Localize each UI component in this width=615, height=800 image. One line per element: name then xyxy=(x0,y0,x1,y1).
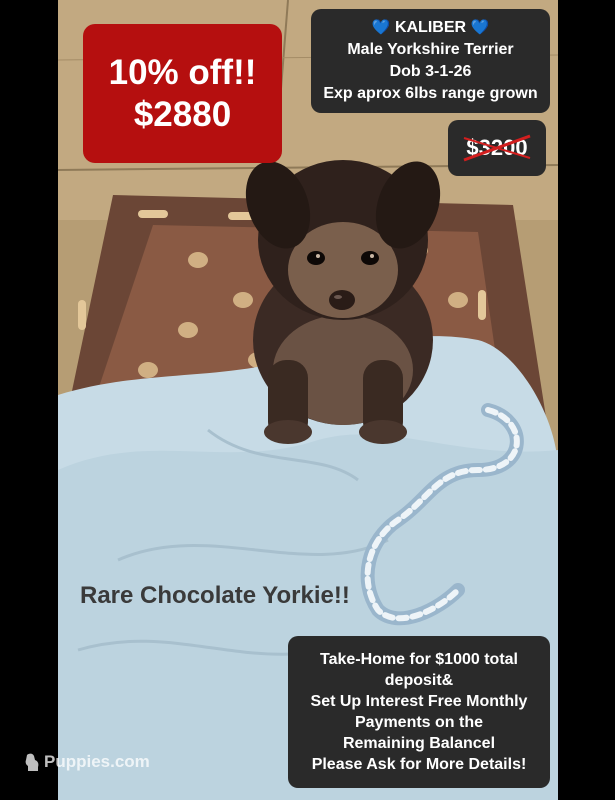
dog-logo-icon xyxy=(25,753,39,771)
discount-label: 10% off!! xyxy=(108,52,257,92)
puppy-info-box: 💙 KALIBER 💙 Male Yorkshire Terrier Dob 3… xyxy=(311,9,550,113)
details-line-1: Take-Home for $1000 total xyxy=(320,651,518,668)
strikethrough-mark xyxy=(463,134,531,162)
blue-heart-icon: 💙 xyxy=(371,19,391,36)
details-line-3: Set Up Interest Free Monthly xyxy=(310,693,528,710)
puppy-expected-size: Exp aprox 6lbs range grown xyxy=(323,85,538,102)
puppy-name: KALIBER xyxy=(394,19,467,36)
details-line-4: Payments on the xyxy=(354,714,484,731)
details-line-2: deposit& xyxy=(384,672,454,689)
watermark-text: Puppies.com xyxy=(44,752,150,771)
listing-image-frame: 10% off!! $2880 💙 KALIBER 💙 Male Yorkshi… xyxy=(0,0,615,800)
puppy-name-line: 💙 KALIBER 💙 xyxy=(311,17,550,39)
sale-price: $2880 xyxy=(133,94,232,134)
details-line-6: Please Ask for More Details! xyxy=(311,756,527,773)
blue-heart-icon: 💙 xyxy=(470,19,490,36)
payment-details-box: Take-Home for $1000 total deposit& Set U… xyxy=(288,636,550,788)
puppy-dob: Dob 3-1-26 xyxy=(389,63,472,80)
puppy-breed: Male Yorkshire Terrier xyxy=(347,41,514,58)
details-line-5: Remaining Balancel xyxy=(342,735,496,752)
sale-price-badge: 10% off!! $2880 xyxy=(83,24,282,163)
caption-text: Rare Chocolate Yorkie!! xyxy=(80,582,350,609)
original-price-box: $3200 xyxy=(448,120,546,176)
puppies-watermark: Puppies.com xyxy=(24,752,150,772)
